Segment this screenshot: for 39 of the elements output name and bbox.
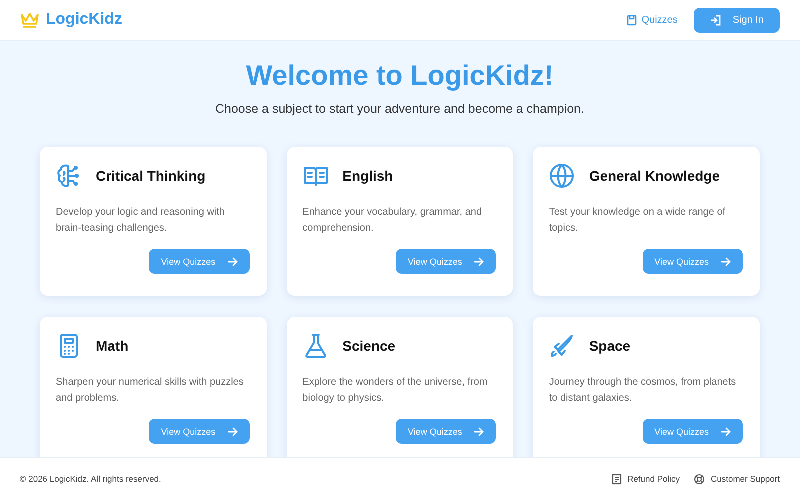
arrow-right-icon bbox=[721, 426, 731, 436]
subject-title: Critical Thinking bbox=[96, 168, 206, 184]
crown-icon bbox=[20, 12, 40, 28]
view-quizzes-button[interactable]: View Quizzes bbox=[149, 249, 250, 274]
quizzes-link[interactable]: Quizzes bbox=[626, 14, 678, 26]
arrow-right-icon bbox=[228, 426, 238, 436]
arrow-right-icon bbox=[474, 426, 484, 436]
subject-description: Explore the wonders of the universe, from biology to physics. bbox=[302, 376, 489, 406]
globe-icon bbox=[549, 163, 576, 189]
subject-title: Math bbox=[96, 338, 129, 354]
view-quizzes-button[interactable]: View Quizzes bbox=[642, 249, 743, 274]
subject-title: Space bbox=[589, 338, 631, 354]
view-quizzes-button[interactable]: View Quizzes bbox=[149, 419, 250, 444]
subject-title: Science bbox=[342, 338, 396, 354]
subject-description: Develop your logic and reasoning with brain-teasing challenges. bbox=[56, 206, 226, 236]
brain-icon bbox=[56, 163, 82, 189]
arrow-right-icon bbox=[228, 256, 238, 266]
arrow-right-icon bbox=[474, 256, 484, 266]
lifebuoy-icon bbox=[694, 474, 706, 484]
subject-title: English bbox=[342, 168, 394, 184]
flask-icon bbox=[302, 333, 329, 359]
subject-description: Journey through the cosmos, from planets to distant galaxies. bbox=[549, 376, 738, 406]
subject-description: Enhance your vocabulary, grammar, and comprehension. bbox=[302, 206, 484, 236]
view-quizzes-button[interactable]: View Quizzes bbox=[642, 419, 743, 444]
sign-in-button[interactable]: Sign In bbox=[694, 8, 780, 32]
refund-policy-link[interactable]: Refund Policy bbox=[612, 474, 680, 484]
brand-name[interactable]: LogicKidz bbox=[46, 11, 122, 29]
page-subtitle: Choose a subject to start your adventure and become a champion. bbox=[214, 101, 586, 118]
page-title: Welcome to LogicKidz! bbox=[245, 59, 555, 93]
subject-description: Test your knowledge on a wide range of topics. bbox=[549, 206, 727, 236]
subject-description: Sharpen your numerical skills with puzzles and problems. bbox=[56, 376, 245, 406]
customer-support-link[interactable]: Customer Support bbox=[694, 474, 780, 484]
view-quizzes-button[interactable]: View Quizzes bbox=[396, 249, 496, 274]
arrow-right-icon bbox=[721, 256, 731, 266]
copyright-text: © 2026 LogicKidz. All rights reserved. bbox=[20, 474, 162, 484]
subject-title: General Knowledge bbox=[589, 168, 720, 184]
sign-in-icon bbox=[710, 14, 721, 26]
view-quizzes-button[interactable]: View Quizzes bbox=[396, 419, 496, 444]
document-icon bbox=[612, 474, 622, 484]
